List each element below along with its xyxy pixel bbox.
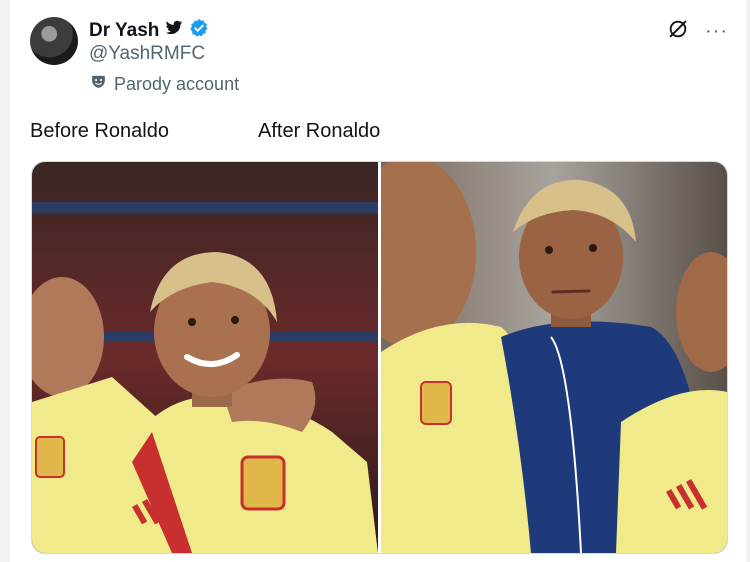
tweet-card: Dr Yash @YashRMFC Parody account ··· Bef…	[10, 0, 746, 562]
more-options-icon[interactable]: ···	[705, 20, 728, 43]
parody-mask-icon	[90, 73, 107, 95]
author-name-row: Dr Yash	[89, 18, 209, 43]
caption-after: After Ronaldo	[258, 120, 381, 142]
display-name[interactable]: Dr Yash	[89, 20, 159, 42]
tweet-actions: ···	[667, 18, 728, 45]
verified-badge-icon	[189, 18, 209, 43]
author-handle[interactable]: @YashRMFC	[89, 43, 205, 65]
avatar[interactable]	[30, 17, 78, 65]
caption-before: Before Ronaldo	[30, 120, 169, 142]
media-image-left[interactable]	[32, 162, 378, 553]
media-image-right[interactable]	[381, 162, 727, 553]
parody-label-row: Parody account	[90, 73, 239, 95]
parody-label: Parody account	[114, 73, 240, 94]
grok-icon[interactable]	[667, 18, 689, 45]
twitter-bird-icon	[165, 20, 183, 41]
tweet-media[interactable]	[31, 161, 728, 554]
